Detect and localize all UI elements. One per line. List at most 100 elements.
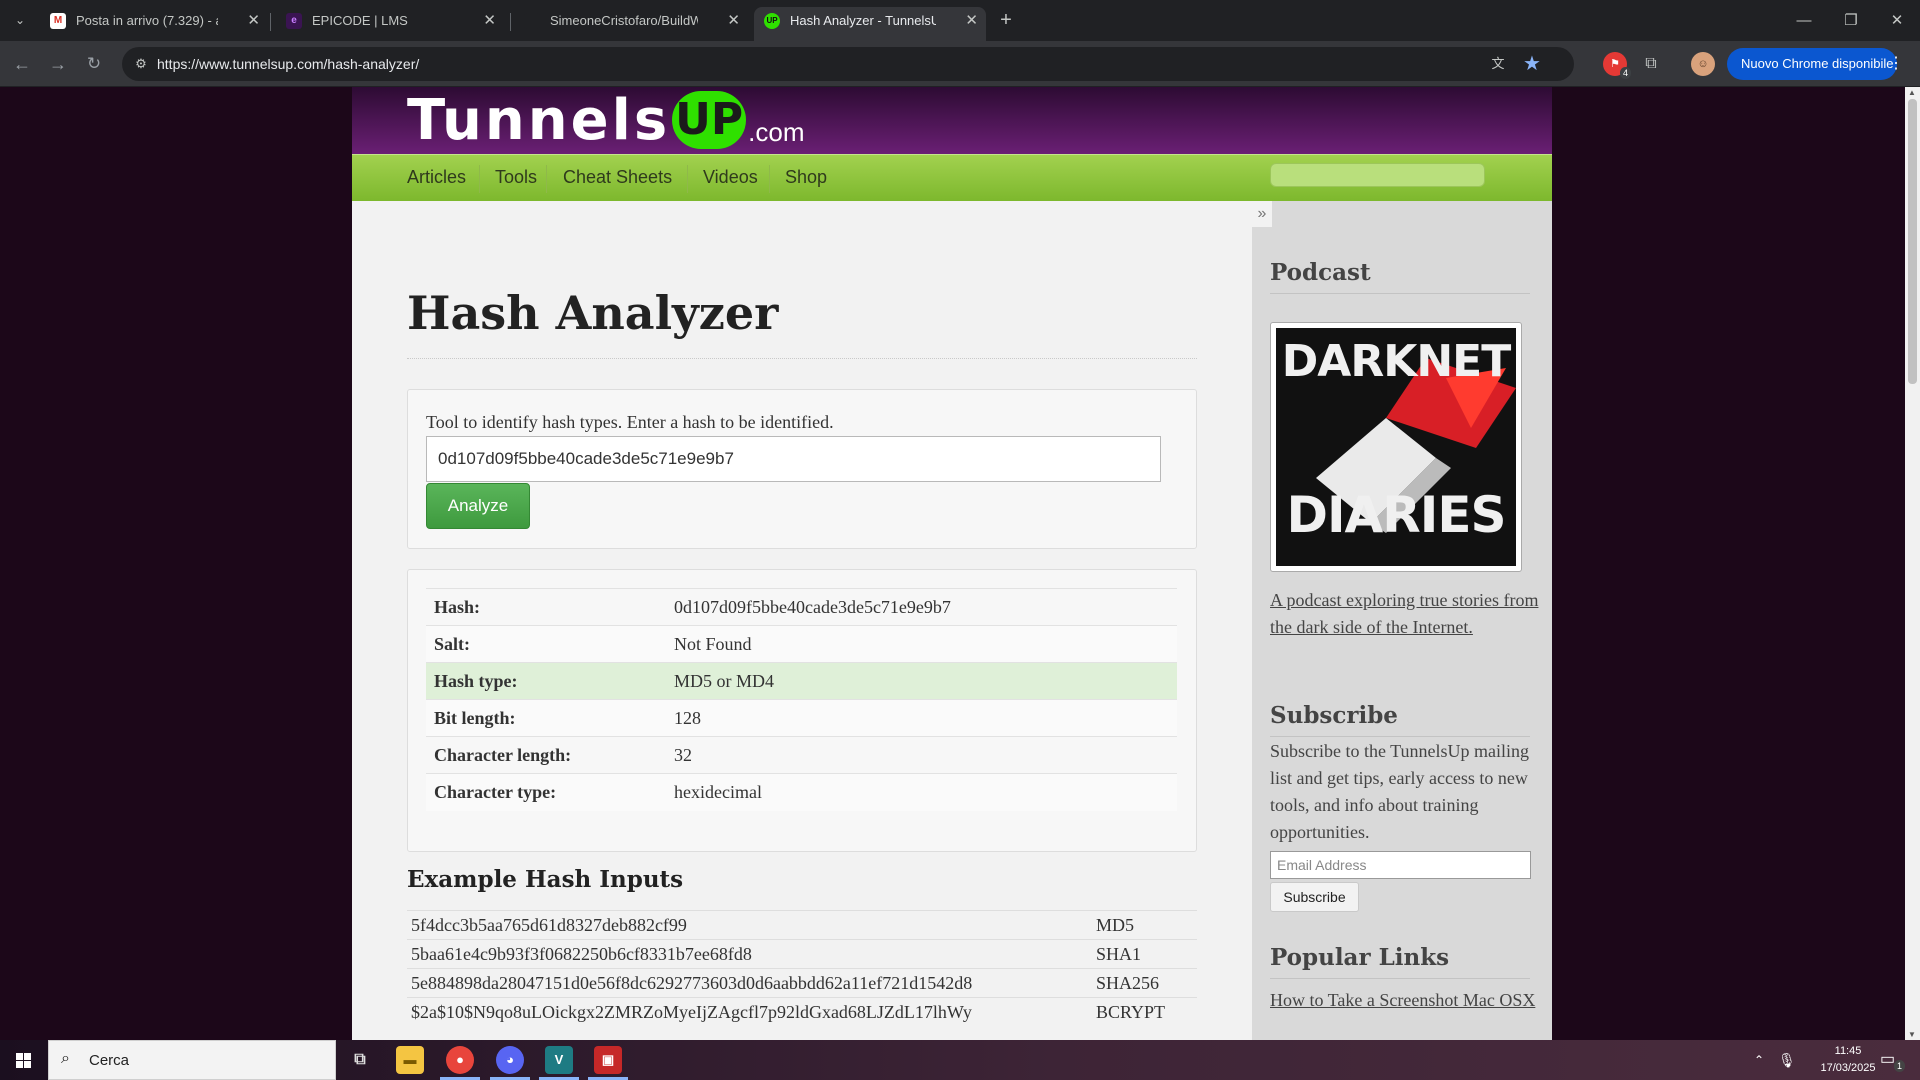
close-tab-icon[interactable]: ✕ [965,7,978,34]
tab-title: EPICODE | LMS [312,13,408,28]
page-viewport: Tunnels UP .com Articles Tools Cheat Sheet… [0,87,1905,1040]
analyze-button[interactable]: Analyze [426,483,530,529]
site-logo[interactable]: Tunnels UP .com [407,91,805,151]
tab-search-icon[interactable]: ⌄ [8,8,32,32]
result-key: Salt: [426,625,666,663]
reload-icon[interactable]: ↻ [80,50,108,78]
title-divider [407,358,1197,359]
taskbar-search-input[interactable]: ⌕ Cerca [48,1040,336,1080]
tab-gmail[interactable]: M Posta in arrivo (7.329) - andreap ✕ [40,7,268,41]
notification-icon[interactable]: ▭ [1880,1040,1895,1080]
nav-articles[interactable]: Articles [392,155,481,202]
app-icon[interactable]: ▣ [594,1046,622,1074]
extensions-puzzle-icon[interactable]: ⧉ [1639,52,1663,76]
result-row: Salt: Not Found [426,625,1177,663]
tab-title: Hash Analyzer - TunnelsUP [790,13,936,28]
tab-divider [270,13,271,31]
tab-title: SimeoneCristofaro/BuildWeek1 [550,13,698,28]
example-hash: 5f4dcc3b5aa765d61d8327deb882cf99 [407,910,1092,940]
tab-strip: ⌄ M Posta in arrivo (7.329) - andreap ✕ … [0,0,1920,41]
popular-link[interactable]: How to Take a Screenshot Mac OSX [1270,987,1540,1014]
result-row: Character type: hexidecimal [426,773,1177,811]
nav-cheat-sheets[interactable]: Cheat Sheets [548,155,687,202]
result-row: Bit length: 128 [426,699,1177,737]
example-type: MD5 [1092,910,1197,940]
site-search-input[interactable] [1270,163,1485,187]
result-value: Not Found [666,625,1177,663]
example-row: 5e884898da28047151d0e56f8dc6292773603d0d… [407,968,1197,998]
result-value: 0d107d09f5bbe40cade3de5c71e9e9b7 [666,588,1177,626]
site-banner: Tunnels UP .com [352,87,1552,154]
translate-icon[interactable]: 文 [1488,54,1508,74]
hash-input-panel: Tool to identify hash types. Enter a has… [407,389,1197,549]
result-key: Hash type: [426,662,666,700]
chrome-menu-icon[interactable]: ⋮ [1888,48,1904,80]
result-row: Character length: 32 [426,736,1177,774]
sidebar-divider [1270,736,1530,737]
sidebar-collapse-icon[interactable]: » [1252,201,1272,227]
nav-tools[interactable]: Tools [480,155,552,202]
podcast-heading: Podcast [1270,259,1371,286]
scroll-down-icon[interactable]: ▼ [1908,1030,1916,1039]
podcast-link[interactable]: A podcast exploring true stories from th… [1270,587,1540,641]
close-tab-icon[interactable]: ✕ [483,7,496,34]
subscribe-description: Subscribe to the TunnelsUp mailing list … [1270,741,1530,842]
nav-shop[interactable]: Shop [770,155,842,202]
example-type: SHA256 [1092,968,1197,998]
subscribe-button[interactable]: Subscribe [1270,882,1359,912]
browser-toolbar: ← → ↻ ⚙ https://www.tunnelsup.com/hash-a… [0,41,1920,87]
logo-tld: .com [748,117,805,147]
logo-badge: UP [672,91,747,149]
epicode-icon: e [286,13,302,29]
site-info-icon[interactable]: ⚙ [132,55,150,73]
scroll-up-icon[interactable]: ▲ [1908,88,1916,97]
file-explorer-icon[interactable]: ▬ [396,1046,424,1074]
tab-epicode[interactable]: e EPICODE | LMS ✕ [276,7,504,41]
main-content: Hash Analyzer Tool to identify hash type… [352,201,1252,1040]
url-text[interactable]: https://www.tunnelsup.com/hash-analyzer/ [157,47,419,81]
windows-taskbar: ⌕ Cerca ⧉ ▬ ● ◕ V ▣ ⌃ 🎙 11:45 17/03/2025… [0,1040,1920,1080]
microphone-icon[interactable]: 🎙 [1778,1040,1796,1080]
close-tab-icon[interactable]: ✕ [727,7,740,34]
tab-title: Posta in arrivo (7.329) - andreap [76,13,218,28]
minimize-icon[interactable]: — [1781,8,1827,34]
tab-github[interactable]: SimeoneCristofaro/BuildWeek1 ✕ [514,7,748,41]
result-row-highlighted: Hash type: MD5 or MD4 [426,662,1177,700]
restore-icon[interactable]: ❐ [1828,8,1874,34]
system-clock[interactable]: 11:45 17/03/2025 [1808,1043,1888,1077]
page-scrollbar[interactable]: ▲ ▼ [1905,87,1920,1040]
forward-icon[interactable]: → [44,50,72,78]
result-value: 128 [666,699,1177,737]
clock-date: 17/03/2025 [1820,1062,1876,1074]
github-icon [524,13,540,29]
result-value: MD5 or MD4 [666,662,1177,700]
scrollbar-thumb[interactable] [1908,99,1917,384]
profile-avatar-icon[interactable]: ☺ [1691,52,1715,76]
close-window-icon[interactable]: ✕ [1874,8,1920,34]
taskbar-search-text: Cerca [89,1052,130,1069]
address-bar[interactable]: ⚙ https://www.tunnelsup.com/hash-analyze… [122,47,1574,81]
nav-videos[interactable]: Videos [688,155,773,202]
discord-icon[interactable]: ◕ [496,1046,524,1074]
clock-time: 11:45 [1834,1045,1862,1057]
podcast-cover-image[interactable]: DARKNET DIARIES [1270,322,1522,572]
email-input[interactable]: Email Address [1270,851,1531,879]
example-hash: 5baa61e4c9b93f3f0682250b6cf8331b7ee68fd8 [407,939,1092,969]
search-icon: ⌕ [61,1050,70,1067]
back-icon[interactable]: ← [8,50,36,78]
tray-chevron-icon[interactable]: ⌃ [1754,1040,1764,1080]
extension-icon[interactable]: ⚑ 4 [1603,52,1631,79]
chrome-icon[interactable]: ● [446,1046,474,1074]
close-tab-icon[interactable]: ✕ [247,7,260,34]
notification-badge: 1 [1894,1060,1906,1072]
hash-input[interactable]: 0d107d09f5bbe40cade3de5c71e9e9b7 [426,436,1161,482]
chrome-update-button[interactable]: Nuovo Chrome disponibile [1727,48,1897,80]
bookmark-star-icon[interactable]: ★ [1520,52,1544,76]
new-tab-button[interactable]: + [993,8,1019,34]
tab-hash-analyzer[interactable]: UP Hash Analyzer - TunnelsUP ✕ [754,7,986,41]
example-hash: 5e884898da28047151d0e56f8dc6292773603d0d… [407,968,1092,998]
task-view-icon[interactable]: ⧉ [346,1046,374,1074]
virtualbox-icon[interactable]: V [545,1046,573,1074]
windows-start-icon[interactable] [0,1040,46,1080]
site-nav: Articles Tools Cheat Sheets Videos Shop [352,154,1552,201]
